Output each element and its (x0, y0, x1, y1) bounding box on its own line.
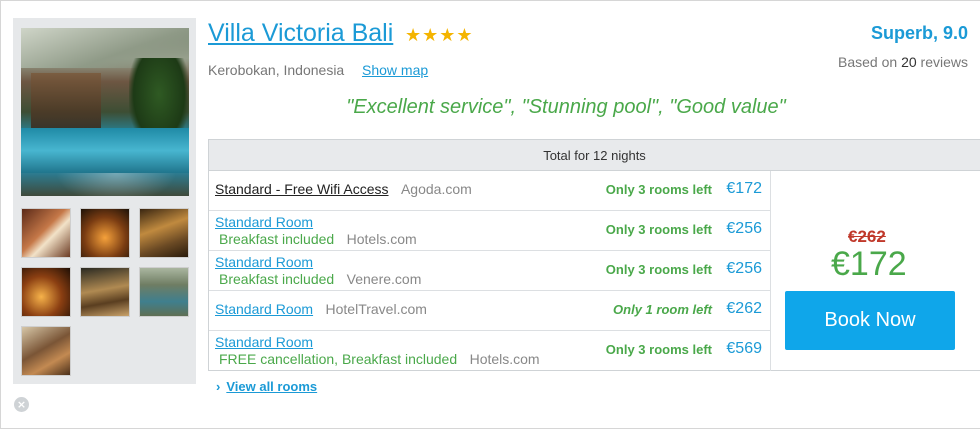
close-icon[interactable]: × (14, 397, 29, 412)
review-score: Superb, 9.0 (870, 23, 968, 43)
star-rating-icon: ★★★★ (405, 25, 474, 46)
room-perk: Breakfast included (219, 231, 335, 247)
deal-price: €172 (831, 245, 907, 283)
view-all-rooms-link[interactable]: › View all rooms (216, 379, 317, 394)
main-photo[interactable] (21, 28, 189, 196)
thumbnail-photo[interactable] (21, 326, 71, 376)
room-perk: FREE cancellation, Breakfast included (219, 351, 458, 367)
provider-name: Agoda.com (400, 181, 472, 197)
chevron-right-icon: › (216, 379, 221, 394)
booking-panel: €262 €172 Book Now (771, 171, 980, 370)
rates-table: Total for 12 nights Standard - Free Wifi… (208, 139, 980, 371)
room-name-link[interactable]: Standard Room (215, 301, 313, 317)
reviews-number: 20 (901, 54, 917, 70)
availability-notice: Only 3 rooms left (605, 182, 712, 197)
rate-rows: Standard - Free Wifi Access Agoda.com On… (209, 171, 771, 371)
room-name-link[interactable]: Standard Room (215, 214, 313, 230)
room-price[interactable]: €569 (726, 340, 762, 358)
reviews-prefix: Based on (838, 54, 898, 70)
thumbnail-photo[interactable] (21, 208, 71, 258)
book-now-button[interactable]: Book Now (785, 291, 955, 350)
room-name-link[interactable]: Standard - Free Wifi Access (215, 181, 389, 197)
room-price[interactable]: €262 (726, 300, 762, 318)
hotel-result-card: × Villa Victoria Bali ★★★★ Kerobokan, In… (0, 0, 980, 429)
hotel-name-link[interactable]: Villa Victoria Bali (208, 19, 393, 48)
rate-row: Standard Room Breakfast included Hotels.… (209, 211, 771, 251)
availability-notice: Only 3 rooms left (605, 222, 712, 237)
availability-notice: Only 1 room left (613, 302, 712, 317)
rates-table-header: Total for 12 nights (209, 140, 980, 171)
rate-row: Standard Room HotelTravel.com Only 1 roo… (209, 291, 771, 331)
room-price[interactable]: €172 (726, 180, 762, 198)
room-name-link[interactable]: Standard Room (215, 334, 313, 350)
provider-name: HotelTravel.com (325, 301, 427, 317)
view-all-rooms-label: View all rooms (226, 379, 318, 394)
rate-row: Standard - Free Wifi Access Agoda.com On… (209, 171, 771, 211)
thumbnail-photo[interactable] (80, 267, 130, 317)
show-map-link[interactable]: Show map (362, 62, 428, 78)
provider-name: Venere.com (346, 271, 422, 287)
reviews-suffix: reviews (920, 54, 968, 70)
thumbnail-photo[interactable] (21, 267, 71, 317)
rate-row: Standard Room Breakfast included Venere.… (209, 251, 771, 291)
room-name-link[interactable]: Standard Room (215, 254, 313, 270)
review-highlights: "Excellent service", "Stunning pool", "G… (346, 96, 786, 118)
provider-name: Hotels.com (346, 231, 417, 247)
hotel-location: Kerobokan, Indonesia (208, 62, 345, 78)
thumbnail-photo[interactable] (139, 267, 189, 317)
room-perk: Breakfast included (219, 271, 335, 287)
provider-name: Hotels.com (469, 351, 540, 367)
rate-row: Standard Room FREE cancellation, Breakfa… (209, 331, 771, 371)
original-price: €262 (848, 227, 886, 246)
review-count: Based on 20 reviews (838, 54, 968, 70)
thumbnail-photo[interactable] (139, 208, 189, 258)
room-price[interactable]: €256 (726, 220, 762, 238)
availability-notice: Only 3 rooms left (605, 342, 712, 357)
availability-notice: Only 3 rooms left (605, 262, 712, 277)
photo-gallery (13, 18, 196, 384)
room-price[interactable]: €256 (726, 260, 762, 278)
thumbnail-photo[interactable] (80, 208, 130, 258)
